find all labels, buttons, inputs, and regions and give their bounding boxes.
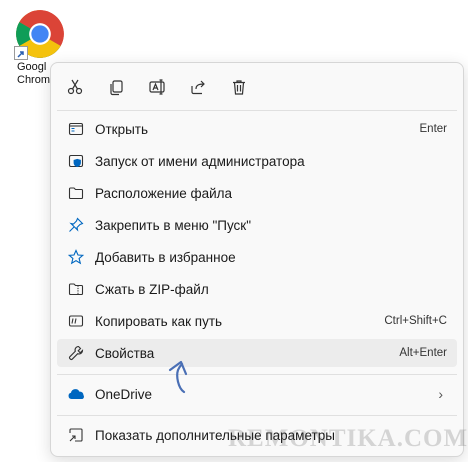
- more-options-icon: [65, 424, 87, 446]
- shortcut-arrow-icon: [14, 46, 28, 60]
- context-menu-toolbar: [51, 63, 463, 109]
- menu-separator: [57, 374, 457, 375]
- menu-item-copy-as-path[interactable]: Копировать как путь Ctrl+Shift+C: [57, 307, 457, 335]
- menu-item-label: Копировать как путь: [95, 313, 223, 329]
- menu-item-label: Закрепить в меню "Пуск": [95, 217, 251, 233]
- copy-icon: [110, 80, 123, 96]
- rename-icon: [149, 79, 165, 95]
- menu-item-properties[interactable]: Свойства Alt+Enter: [57, 339, 457, 367]
- menu-item-shortcut: Alt+Enter: [399, 347, 447, 359]
- menu-item-shortcut: Ctrl+Shift+C: [384, 315, 447, 327]
- menu-item-file-location[interactable]: Расположение файла: [57, 179, 457, 207]
- cut-icon: [67, 79, 83, 95]
- menu-separator: [57, 415, 457, 416]
- menu-separator: [57, 110, 457, 111]
- pin-icon: [65, 214, 87, 236]
- onedrive-cloud-icon: [65, 383, 87, 405]
- menu-item-label: Свойства: [95, 345, 155, 361]
- menu-item-label: OneDrive: [95, 386, 153, 402]
- menu-item-label: Добавить в избранное: [95, 249, 236, 265]
- folder-icon: [65, 182, 87, 204]
- open-window-icon: [65, 118, 87, 140]
- wrench-icon: [65, 342, 87, 364]
- zip-folder-icon: [65, 278, 87, 300]
- share-icon: [191, 80, 205, 95]
- admin-shield-icon: [65, 150, 87, 172]
- rename-button[interactable]: [143, 73, 171, 101]
- menu-item-label: Расположение файла: [95, 185, 233, 201]
- watermark-text: REMONTIKA.COM: [228, 425, 468, 452]
- menu-item-onedrive[interactable]: OneDrive ›: [57, 380, 457, 408]
- share-button[interactable]: [184, 73, 212, 101]
- delete-button[interactable]: [225, 73, 253, 101]
- context-menu: Открыть Enter Запуск от имени администра…: [50, 62, 464, 457]
- menu-item-open[interactable]: Открыть Enter: [57, 115, 457, 143]
- delete-icon: [233, 80, 245, 95]
- menu-item-compress-zip[interactable]: Сжать в ZIP-файл: [57, 275, 457, 303]
- cut-button[interactable]: [61, 73, 89, 101]
- menu-item-add-to-favorites[interactable]: Добавить в избранное: [57, 243, 457, 271]
- menu-item-label: Открыть: [95, 121, 149, 137]
- menu-item-pin-to-start[interactable]: Закрепить в меню "Пуск": [57, 211, 457, 239]
- copy-button[interactable]: [102, 73, 130, 101]
- menu-item-run-as-admin[interactable]: Запуск от имени администратора: [57, 147, 457, 175]
- menu-item-label: Сжать в ZIP-файл: [95, 281, 209, 297]
- menu-item-shortcut: Enter: [419, 123, 448, 135]
- pointer-arrow-annotation: [168, 360, 188, 394]
- menu-item-label: Запуск от имени администратора: [95, 153, 305, 169]
- copy-path-icon: [65, 310, 87, 332]
- star-icon: [65, 246, 87, 268]
- chevron-right-icon: ›: [438, 386, 443, 402]
